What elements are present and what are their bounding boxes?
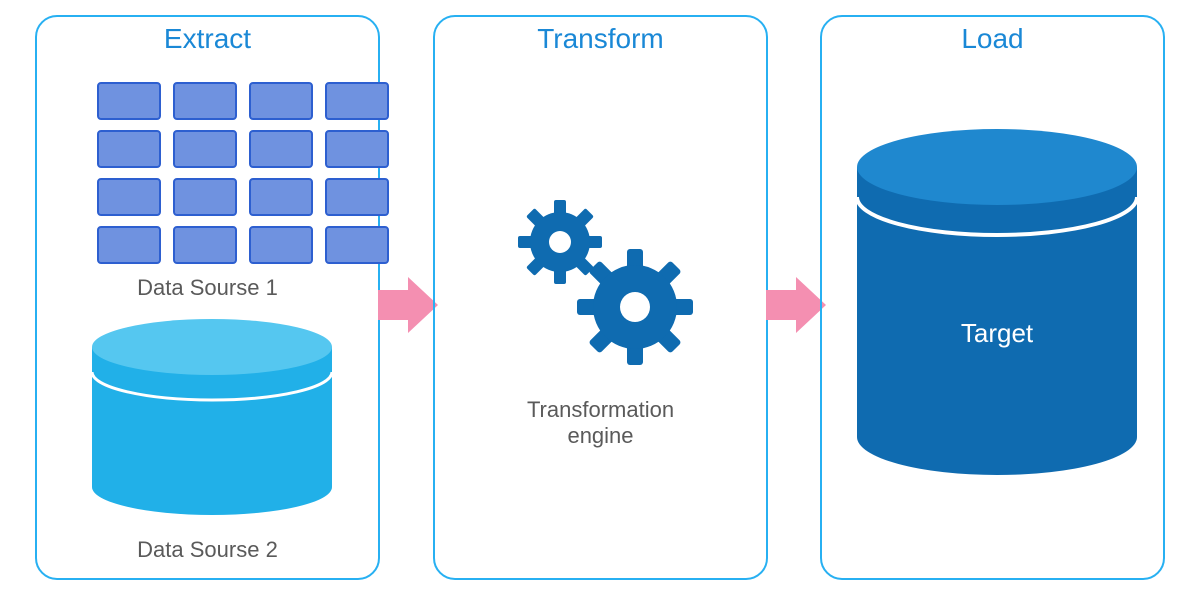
grid-cell: [325, 226, 389, 264]
grid-cell: [325, 82, 389, 120]
stage-load-title: Load: [822, 23, 1163, 55]
gears-icon: [505, 187, 705, 377]
data-source-2-cylinder-icon: [87, 317, 337, 517]
data-source-1-grid-icon: [97, 82, 392, 264]
target-cylinder-icon: Target: [852, 127, 1142, 477]
arrow-extract-to-transform-icon: [378, 275, 438, 335]
grid-cell: [97, 82, 161, 120]
target-label-text: Target: [961, 318, 1034, 348]
grid-cell: [249, 130, 313, 168]
grid-cell: [97, 178, 161, 216]
grid-cell: [325, 130, 389, 168]
grid-cell: [249, 178, 313, 216]
data-source-1-label: Data Sourse 1: [37, 275, 378, 301]
stage-extract: Extract Data Sourse 1 Data Sourse 2: [35, 15, 380, 580]
stage-load: Load Target: [820, 15, 1165, 580]
grid-cell: [97, 130, 161, 168]
stage-transform-title: Transform: [435, 23, 766, 55]
grid-cell: [173, 226, 237, 264]
grid-cell: [325, 178, 389, 216]
grid-cell: [249, 82, 313, 120]
arrow-transform-to-load-icon: [766, 275, 826, 335]
grid-cell: [173, 130, 237, 168]
transformation-engine-label: Transformation engine: [435, 397, 766, 450]
stage-transform: Transform: [433, 15, 768, 580]
grid-cell: [173, 82, 237, 120]
grid-cell: [173, 178, 237, 216]
stage-extract-title: Extract: [37, 23, 378, 55]
data-source-2-label: Data Sourse 2: [37, 537, 378, 563]
grid-cell: [97, 226, 161, 264]
grid-cell: [249, 226, 313, 264]
